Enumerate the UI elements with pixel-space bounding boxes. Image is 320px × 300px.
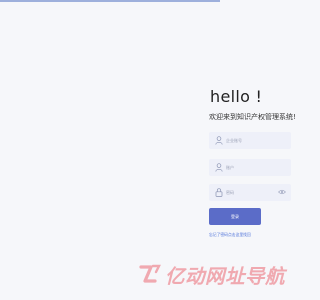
- eye-icon[interactable]: [278, 189, 286, 195]
- account-field[interactable]: [209, 159, 291, 176]
- lock-icon: [215, 188, 223, 197]
- watermark-brand: 亿动网址导航: [138, 260, 285, 288]
- welcome-subtitle: 欢迎来到知识产权管理系统!: [209, 113, 296, 121]
- password-input[interactable]: [226, 184, 278, 201]
- brand-logo-icon: [139, 264, 161, 283]
- password-field[interactable]: [209, 184, 291, 201]
- login-button[interactable]: 登录: [209, 208, 261, 225]
- username-input[interactable]: [226, 132, 278, 149]
- user-icon: [215, 136, 223, 145]
- watermark-text: 亿动网址导航: [165, 264, 286, 288]
- top-accent-bar: [0, 0, 220, 2]
- account-input[interactable]: [226, 159, 278, 176]
- username-field[interactable]: [209, 132, 291, 149]
- forgot-password-link[interactable]: 忘记了密码点击这里找回: [209, 232, 251, 238]
- greeting-title: hello !: [210, 87, 263, 106]
- account-icon: [215, 163, 223, 172]
